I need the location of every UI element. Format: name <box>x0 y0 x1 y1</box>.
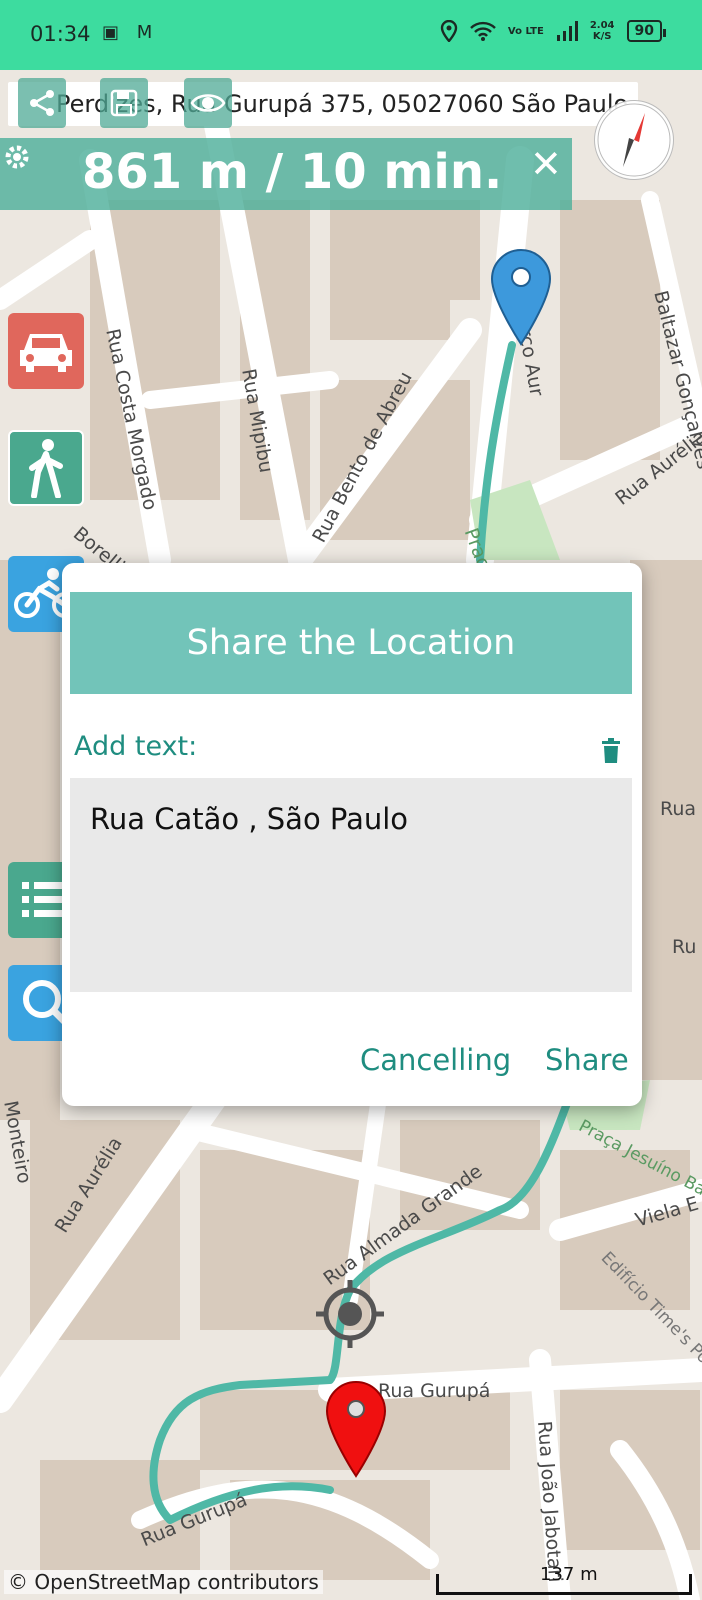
battery-indicator: 90 <box>626 20 667 42</box>
view-button[interactable] <box>184 78 232 128</box>
car-mode-button[interactable] <box>8 313 84 389</box>
trash-icon[interactable] <box>600 738 622 764</box>
net-speed: 2.04 K/S <box>590 20 615 42</box>
dialog-title: Share the Location <box>70 592 632 694</box>
share-dialog: Share the Location Add text: Rua Catão ,… <box>62 563 642 1106</box>
cancel-button[interactable]: Cancelling <box>360 1043 511 1077</box>
scale-label: 137 m <box>540 1564 598 1585</box>
compass-icon[interactable] <box>594 100 674 180</box>
close-icon[interactable]: ✕ <box>530 142 562 186</box>
eye-icon <box>190 94 226 112</box>
location-icon <box>440 20 458 42</box>
location-target-icon[interactable] <box>314 1278 386 1350</box>
map-label-street: Ru <box>672 936 697 958</box>
map-attribution[interactable]: © OpenStreetMap contributors <box>4 1570 323 1594</box>
walk-mode-button[interactable] <box>8 430 84 506</box>
net-speed-value: 2.04 <box>589 20 615 31</box>
map-label-street: Rua Gurupá <box>378 1380 491 1402</box>
map-label-street: Rua <box>660 798 697 820</box>
status-bar: 01:34 ▣ M Vo LTE 2.04 K/S 90 <box>0 0 702 70</box>
share-icon <box>30 90 54 116</box>
save-icon <box>110 89 138 117</box>
add-text-label: Add text: <box>74 731 198 762</box>
gear-icon[interactable] <box>2 142 32 172</box>
save-button[interactable] <box>100 78 148 128</box>
network-type: Vo LTE <box>507 25 544 37</box>
walk-icon <box>29 439 63 498</box>
notification-icons: ▣ M <box>102 22 159 43</box>
car-icon <box>20 334 72 372</box>
status-right: Vo LTE 2.04 K/S 90 <box>440 20 667 42</box>
end-marker-icon[interactable] <box>325 1380 387 1480</box>
route-info-bar: 861 m / 10 min. ✕ <box>0 138 572 210</box>
status-time: 01:34 <box>30 22 91 46</box>
wifi-icon <box>470 21 496 41</box>
start-marker-icon[interactable] <box>490 248 552 348</box>
route-distance: 861 m / 10 min. <box>82 144 503 200</box>
signal-icon <box>556 21 578 41</box>
share-confirm-button[interactable]: Share <box>545 1043 629 1077</box>
net-speed-unit: K/S <box>592 31 612 42</box>
share-text-input[interactable]: Rua Catão , São Paulo <box>70 778 632 992</box>
share-button[interactable] <box>18 78 66 128</box>
